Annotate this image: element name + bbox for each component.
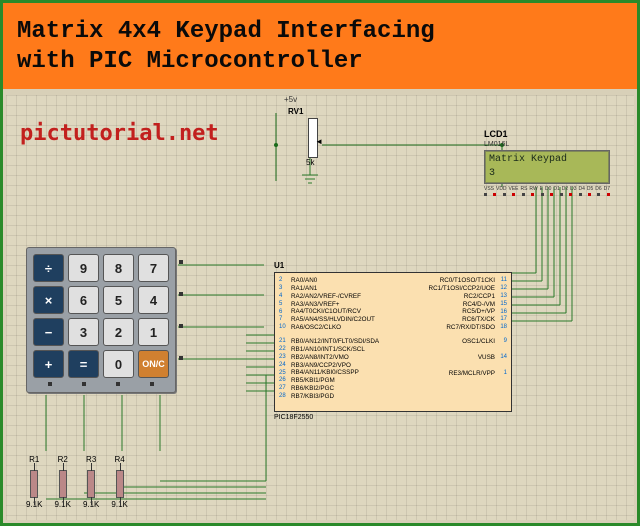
watermark: pictutorial.net <box>20 121 219 146</box>
key-3[interactable]: 3 <box>68 318 99 346</box>
key-8[interactable]: 8 <box>103 254 134 282</box>
resistor-r4: R49.1K <box>111 455 127 509</box>
mcu-port-c: RC0/T1OSO/T1CKI11 RC1/T1OSI/CCP2/UOE12 R… <box>397 277 507 332</box>
microcontroller: U1 2RA0/AN0 3RA1/AN1 4RA2/AN2/VREF-/CVRE… <box>274 261 512 421</box>
schematic-canvas: pictutorial.net +5v RV1 ◄ 5k LCD1 LM016L… <box>6 95 634 520</box>
lcd-screen: Matrix Keypad 3 <box>484 150 610 184</box>
resistor-r3: R39.1K <box>83 455 99 509</box>
keypad-row-pins <box>179 260 183 360</box>
lcd-part: LM016L <box>484 141 610 148</box>
lcd-ref: LCD1 <box>484 129 610 139</box>
vcc-label: +5v <box>284 95 297 104</box>
rv1-ref: RV1 <box>288 107 358 116</box>
mcu-part: PIC18F2550 <box>274 414 512 421</box>
mcu-osc-misc: OSC1/CLKI9 VUSB14 RE3/MCLR/VPP1 <box>397 338 507 378</box>
mcu-body: 2RA0/AN0 3RA1/AN1 4RA2/AN2/VREF-/CVREF 5… <box>274 272 512 412</box>
rv1-value: 5k <box>306 158 358 167</box>
resistor-icon <box>30 470 38 498</box>
key-divide[interactable]: ÷ <box>33 254 64 282</box>
key-5[interactable]: 5 <box>103 286 134 314</box>
mcu-ref: U1 <box>274 261 512 270</box>
potentiometer-rv1: RV1 ◄ 5k <box>288 107 358 167</box>
resistor-r2: R29.1K <box>54 455 70 509</box>
key-multiply[interactable]: × <box>33 286 64 314</box>
title-line-1: Matrix 4x4 Keypad Interfacing <box>17 17 623 47</box>
matrix-keypad: ÷ 9 8 7 × 6 5 4 − 3 2 1 + = 0 ON/C <box>26 247 176 393</box>
key-2[interactable]: 2 <box>103 318 134 346</box>
key-6[interactable]: 6 <box>68 286 99 314</box>
key-4[interactable]: 4 <box>138 286 169 314</box>
key-on-c[interactable]: ON/C <box>138 350 169 378</box>
pot-icon: ◄ <box>308 118 318 158</box>
pulldown-resistors: R19.1K R29.1K R39.1K R49.1K <box>26 455 128 509</box>
lcd-pin-labels: VSSVDDVEE RSRWE D0D1D2 D3D4D5 D6D7 <box>484 186 610 192</box>
title-banner: Matrix 4x4 Keypad Interfacing with PIC M… <box>3 3 637 89</box>
resistor-icon <box>59 470 67 498</box>
resistor-r1: R19.1K <box>26 455 42 509</box>
lcd-pin-dots <box>484 193 610 196</box>
key-1[interactable]: 1 <box>138 318 169 346</box>
key-equals[interactable]: = <box>68 350 99 378</box>
mcu-port-a: 2RA0/AN0 3RA1/AN1 4RA2/AN2/VREF-/CVREF 5… <box>279 277 389 332</box>
key-9[interactable]: 9 <box>68 254 99 282</box>
mcu-port-b: 21RB0/AN12/INT0/FLT0/SDI/SDA 22RB1/AN10/… <box>279 338 389 401</box>
resistor-icon <box>116 470 124 498</box>
title-line-2: with PIC Microcontroller <box>17 47 623 77</box>
key-7[interactable]: 7 <box>138 254 169 282</box>
keypad-col-pins <box>33 382 169 386</box>
resistor-icon <box>87 470 95 498</box>
key-minus[interactable]: − <box>33 318 64 346</box>
key-0[interactable]: 0 <box>103 350 134 378</box>
lcd-module: LCD1 LM016L Matrix Keypad 3 VSSVDDVEE RS… <box>484 129 610 196</box>
key-plus[interactable]: + <box>33 350 64 378</box>
